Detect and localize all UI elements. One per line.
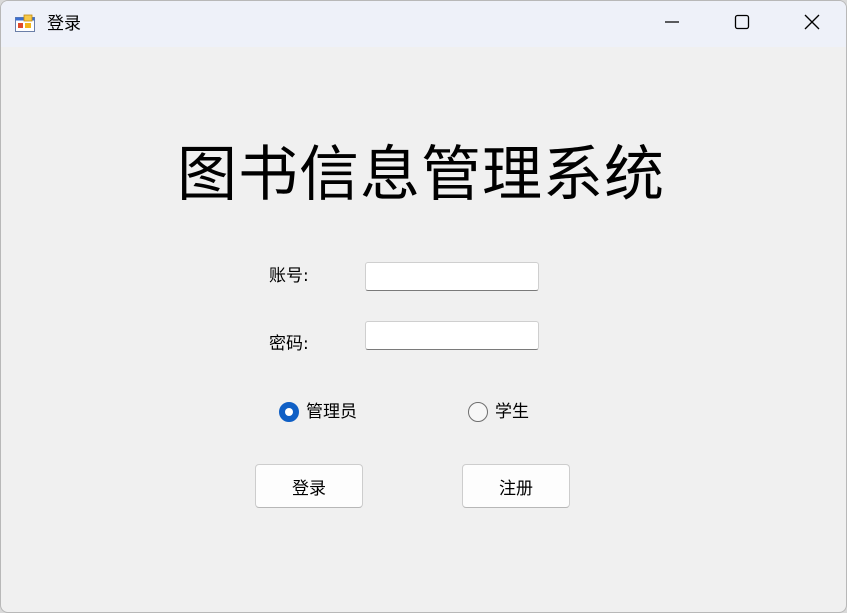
password-label: 密码:: [269, 334, 309, 354]
close-button[interactable]: [777, 1, 846, 47]
admin-role-radio[interactable]: 管理员: [279, 399, 357, 425]
app-window-icon: [15, 14, 35, 34]
admin-role-label: 管理员: [306, 402, 357, 422]
radio-checked-icon: [279, 402, 299, 422]
maximize-button[interactable]: [707, 1, 777, 47]
maximize-icon: [734, 14, 750, 34]
account-label: 账号:: [269, 266, 309, 286]
login-button[interactable]: 登录: [255, 464, 363, 508]
account-input[interactable]: [365, 262, 539, 291]
close-icon: [804, 14, 820, 34]
student-role-radio[interactable]: 学生: [468, 399, 529, 425]
student-role-label: 学生: [495, 402, 529, 422]
password-input[interactable]: [365, 321, 539, 350]
title-bar[interactable]: 登录: [1, 1, 846, 47]
radio-unchecked-icon: [468, 402, 488, 422]
login-window: 登录 图书信息管理系统 账号: 密码: 管理员 学生 登录 注册: [0, 0, 847, 613]
minimize-button[interactable]: [637, 1, 707, 47]
system-title: 图书信息管理系统: [177, 140, 665, 210]
window-title: 登录: [47, 14, 81, 34]
minimize-icon: [664, 14, 680, 34]
register-button[interactable]: 注册: [462, 464, 570, 508]
